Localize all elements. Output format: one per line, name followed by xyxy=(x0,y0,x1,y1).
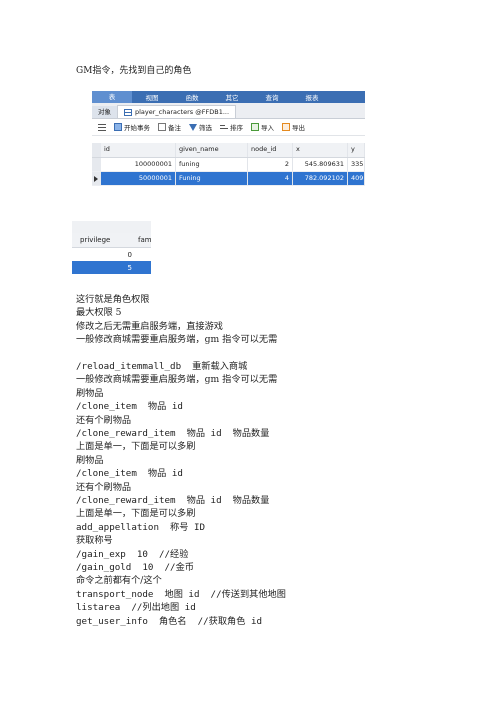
filter-button[interactable]: 筛选 xyxy=(189,122,212,132)
row-gutter xyxy=(92,143,101,157)
table-row[interactable]: 100000001 funing 2 545.809631 335. xyxy=(92,158,365,172)
row-gutter[interactable] xyxy=(92,158,101,171)
tab-bar: 对象 player_characters @FFDB1... xyxy=(92,103,365,119)
sort-button[interactable]: 排序 xyxy=(220,122,243,132)
column-header-given-name[interactable]: given_name xyxy=(176,143,248,157)
instruction-line: /clone_item 物品 id xyxy=(76,401,183,413)
table-icon xyxy=(124,108,132,116)
instruction-line: 修改之后无需重启服务端，直接游戏 xyxy=(76,320,223,332)
grid-header: privilege fam xyxy=(72,233,152,248)
instruction-line: /clone_reward_item 物品 id 物品数量 xyxy=(76,428,270,439)
instruction-line: 这行就是角色权限 xyxy=(76,294,150,305)
menu-item-report[interactable]: 报表 xyxy=(292,92,332,102)
column-header-privilege[interactable]: privilege xyxy=(72,236,135,244)
hamburger-menu-button[interactable] xyxy=(98,123,106,131)
export-icon xyxy=(282,123,290,131)
grid-header: id given_name node_id x y xyxy=(92,143,365,158)
instruction-line: 刷物品 xyxy=(76,387,104,399)
sort-label: 排序 xyxy=(230,124,243,132)
cell-id[interactable]: 50000001 xyxy=(101,172,176,185)
instruction-line: 刷物品 xyxy=(76,454,104,466)
hamburger-icon xyxy=(98,123,106,131)
instruction-line: /clone_reward_item 物品 id 物品数量 xyxy=(76,495,270,506)
cell-given-name[interactable]: funing xyxy=(176,158,248,171)
instruction-line: 一般修改商城需要重启服务端，gm 指令可以无需 xyxy=(76,374,278,386)
instruction-line: 还有个刷物品 xyxy=(76,481,132,493)
column-header-fam[interactable]: fam xyxy=(135,236,152,244)
instruction-line: listarea //列出地图 id xyxy=(76,602,196,614)
column-header-y[interactable]: y xyxy=(348,143,365,157)
cell-x[interactable]: 782.092102 xyxy=(293,172,348,185)
instruction-line: /gain_gold 10 //金币 xyxy=(76,562,194,573)
column-header-id[interactable]: id xyxy=(101,143,176,157)
tab-player-characters-label: player_characters @FFDB1... xyxy=(135,108,230,116)
begin-transaction-button[interactable]: 开始事务 xyxy=(114,122,150,132)
data-grid: id given_name node_id x y 100000001 funi… xyxy=(92,143,365,186)
note-icon xyxy=(158,123,166,131)
instruction-line: 一般修改商城需要重启服务端，gm 指令可以无需 xyxy=(76,334,278,346)
instruction-line: /reload_itemmall_db 重新载入商城 xyxy=(76,361,248,372)
menu-item-function[interactable]: 函数 xyxy=(172,92,212,102)
cell-id[interactable]: 100000001 xyxy=(101,158,176,171)
instruction-line: 上面是单一，下面是可以多刷 xyxy=(76,441,196,453)
menu-item-view[interactable]: 视图 xyxy=(132,92,172,102)
privilege-screenshot: privilege fam 0 5 xyxy=(72,221,152,274)
instruction-line: 上面是单一，下面是可以多刷 xyxy=(76,508,196,520)
cell-privilege[interactable]: 0 xyxy=(72,251,135,259)
instruction-line: 最大权限 5 xyxy=(76,307,122,319)
begin-transaction-label: 开始事务 xyxy=(124,124,150,132)
instruction-line: /gain_exp 10 //经验 xyxy=(76,548,189,560)
tab-objects[interactable]: 对象 xyxy=(92,106,117,118)
instruction-line: get_user_info 角色名 //获取角色 id xyxy=(76,615,263,627)
column-header-node-id[interactable]: node_id xyxy=(248,143,293,157)
sort-icon xyxy=(220,123,228,131)
cell-y[interactable]: 335. xyxy=(348,158,365,171)
import-button[interactable]: 导入 xyxy=(251,122,274,132)
page-heading: GM指令，先找到自己的角色 xyxy=(76,66,192,76)
menu-bar: 表 视图 函数 其它 查询 报表 xyxy=(92,91,365,103)
menu-item-query[interactable]: 查询 xyxy=(252,92,292,102)
import-label: 导入 xyxy=(261,124,274,132)
toolbar-strip xyxy=(72,221,151,233)
cell-given-name[interactable]: Funing xyxy=(176,172,248,185)
instruction-line: 还有个刷物品 xyxy=(76,414,132,426)
note-label: 备注 xyxy=(168,124,181,132)
filter-icon xyxy=(189,123,197,131)
instruction-line: add_appellation 称号 ID xyxy=(76,521,206,533)
menu-item-other[interactable]: 其它 xyxy=(212,92,252,102)
instruction-line: /clone_item 物品 id xyxy=(76,468,183,480)
column-header-x[interactable]: x xyxy=(293,143,348,157)
table-row-selected[interactable]: 5 xyxy=(72,261,151,274)
menu-item-table[interactable]: 表 xyxy=(92,91,132,103)
table-screenshot: 表 视图 函数 其它 查询 报表 对象 player_characters @F… xyxy=(92,91,365,187)
note-button[interactable]: 备注 xyxy=(158,122,181,132)
table-row[interactable]: 0 xyxy=(72,248,151,261)
toolbar: 开始事务 备注 筛选 排序 导入 导出 xyxy=(92,119,365,136)
transaction-icon xyxy=(114,123,122,131)
cell-privilege[interactable]: 5 xyxy=(72,264,135,272)
cell-x[interactable]: 545.809631 xyxy=(293,158,348,171)
export-button[interactable]: 导出 xyxy=(282,122,305,132)
cell-node-id[interactable]: 2 xyxy=(248,158,293,171)
row-gutter[interactable] xyxy=(92,172,101,185)
tab-player-characters[interactable]: player_characters @FFDB1... xyxy=(117,105,237,118)
import-icon xyxy=(251,123,259,131)
filter-label: 筛选 xyxy=(199,124,212,132)
cell-node-id[interactable]: 4 xyxy=(248,172,293,185)
instruction-line: transport_node 地图 id //传送到其他地图 xyxy=(76,588,286,600)
export-label: 导出 xyxy=(292,124,305,132)
table-row-selected[interactable]: 50000001 Funing 4 782.092102 409 xyxy=(92,172,365,186)
instruction-line: 获取称号 xyxy=(76,535,113,547)
cell-y[interactable]: 409 xyxy=(348,172,365,185)
instruction-line: 命令之前都有个/这个 xyxy=(76,575,162,587)
